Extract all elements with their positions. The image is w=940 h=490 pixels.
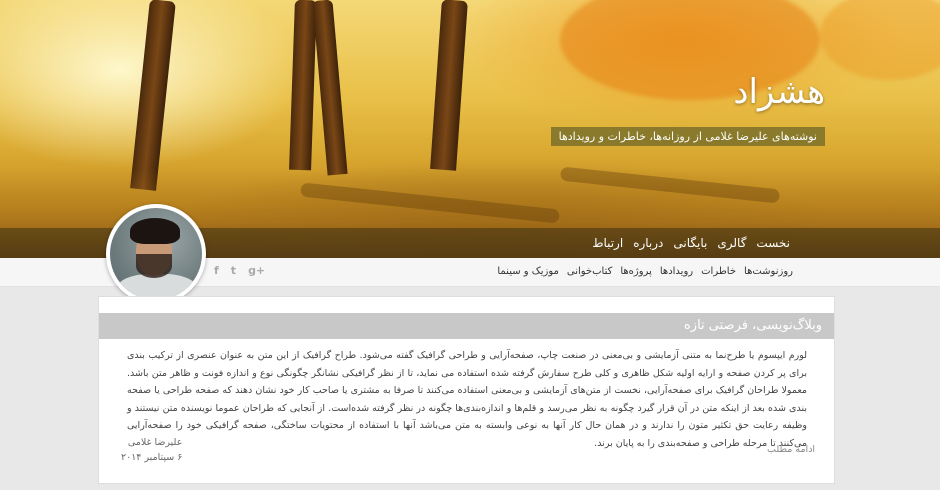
- twitter-icon[interactable]: t: [231, 264, 236, 277]
- post-header: وبلاگ‌نویسی، فرصتی تازه: [99, 313, 834, 339]
- avatar-photo: [110, 208, 202, 300]
- post-meta: علیرضا غلامی ۶ سپتامبر ۲۰۱۴: [121, 435, 182, 465]
- facebook-icon[interactable]: f: [214, 264, 219, 277]
- avatar-hair: [130, 218, 180, 244]
- post-date: ۶ سپتامبر ۲۰۱۴: [121, 452, 183, 463]
- category-music-cinema[interactable]: موزیک و سینما: [493, 258, 563, 286]
- post-excerpt: لورم ایپسوم یا طرح‌نما به متنی آزمایشی و…: [127, 350, 807, 449]
- post-title[interactable]: وبلاگ‌نویسی، فرصتی تازه: [684, 313, 822, 339]
- tree-trunk: [130, 0, 176, 191]
- post-card: وبلاگ‌نویسی، فرصتی تازه لورم ایپسوم یا ط…: [98, 296, 835, 484]
- nav-item-about[interactable]: درباره: [628, 228, 668, 258]
- tree-trunk: [289, 0, 317, 171]
- autumn-leaves-decoration: [820, 0, 940, 80]
- site-title[interactable]: هشزاد: [733, 72, 825, 112]
- category-reading[interactable]: کتاب‌خوانی: [563, 258, 616, 286]
- site-tagline: نوشته‌های علیرضا غلامی از روزانه‌ها، خاط…: [550, 127, 825, 146]
- tree-trunk: [312, 0, 348, 176]
- category-nav: روزنوشت‌ها خاطرات رویدادها پروژه‌ها کتاب…: [493, 258, 797, 286]
- category-memories[interactable]: خاطرات: [697, 258, 740, 286]
- read-more-link[interactable]: ادامه مطلب: [767, 444, 815, 455]
- post-author[interactable]: علیرضا غلامی: [121, 435, 183, 450]
- google-plus-icon[interactable]: g+: [248, 264, 265, 277]
- tree-trunk: [430, 0, 468, 171]
- category-events[interactable]: رویدادها: [656, 258, 697, 286]
- avatar-beard: [136, 254, 172, 278]
- nav-item-home[interactable]: نخست: [751, 228, 795, 258]
- category-projects[interactable]: پروژه‌ها: [616, 258, 656, 286]
- category-daily-notes[interactable]: روزنوشت‌ها: [740, 258, 797, 286]
- nav-item-archive[interactable]: بایگانی: [668, 228, 712, 258]
- social-links: f t g+: [214, 264, 265, 277]
- nav-item-contact[interactable]: ارتباط: [587, 228, 628, 258]
- author-avatar[interactable]: [106, 204, 206, 304]
- nav-item-gallery[interactable]: گالری: [712, 228, 751, 258]
